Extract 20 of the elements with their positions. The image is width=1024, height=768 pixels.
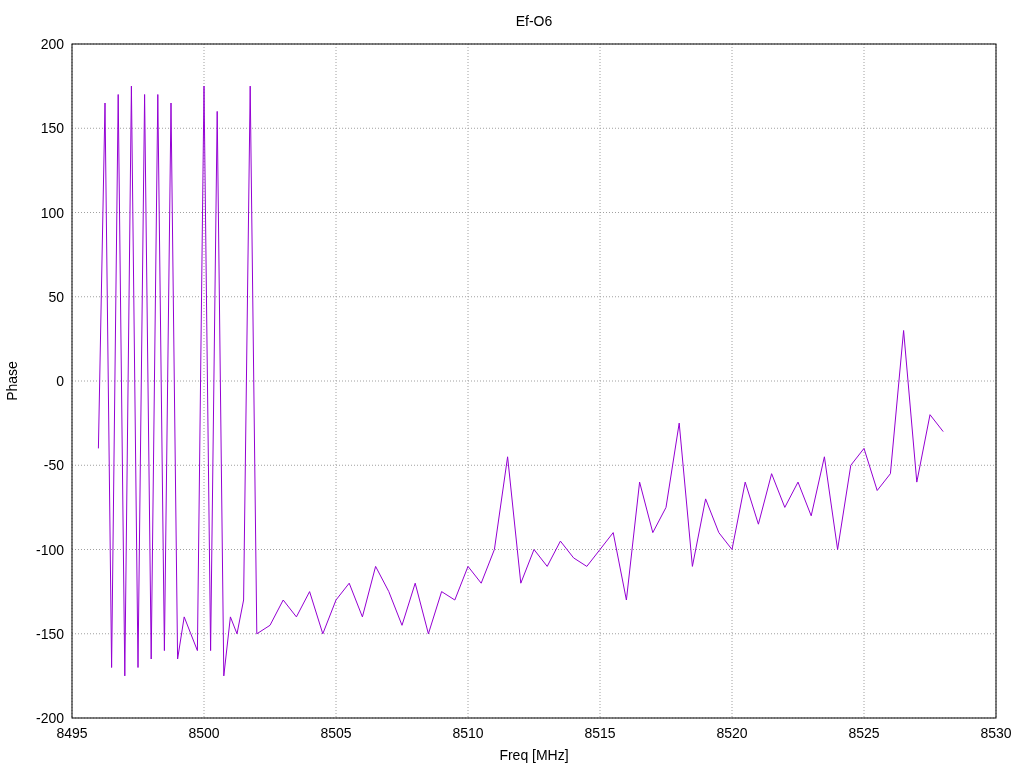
x-tick-label: 8510	[452, 725, 484, 741]
y-tick-label: -150	[35, 625, 64, 642]
x-tick-label: 8530	[980, 725, 1012, 741]
x-tick-label: 8515	[584, 725, 616, 741]
y-tick-label: -50	[43, 457, 64, 474]
x-tick-label: 8505	[320, 725, 352, 741]
x-tick-label: 8495	[56, 725, 88, 741]
x-axis-label: Freq [MHz]	[499, 747, 569, 763]
x-tick-label: 8500	[188, 725, 220, 741]
x-tick-label: 8525	[848, 725, 880, 741]
y-tick-label: 0	[56, 373, 64, 389]
y-tick-label: -100	[35, 541, 64, 558]
y-tick-label: -200	[35, 710, 64, 726]
y-tick-label: 100	[40, 204, 64, 221]
y-axis-label: Phase	[4, 361, 20, 401]
y-tick-label: 200	[40, 36, 64, 52]
chart-title: Ef-O6	[515, 13, 553, 29]
y-tick-label: 150	[40, 120, 64, 137]
x-tick-label: 8520	[716, 725, 748, 741]
y-tick-label: 50	[48, 288, 64, 305]
